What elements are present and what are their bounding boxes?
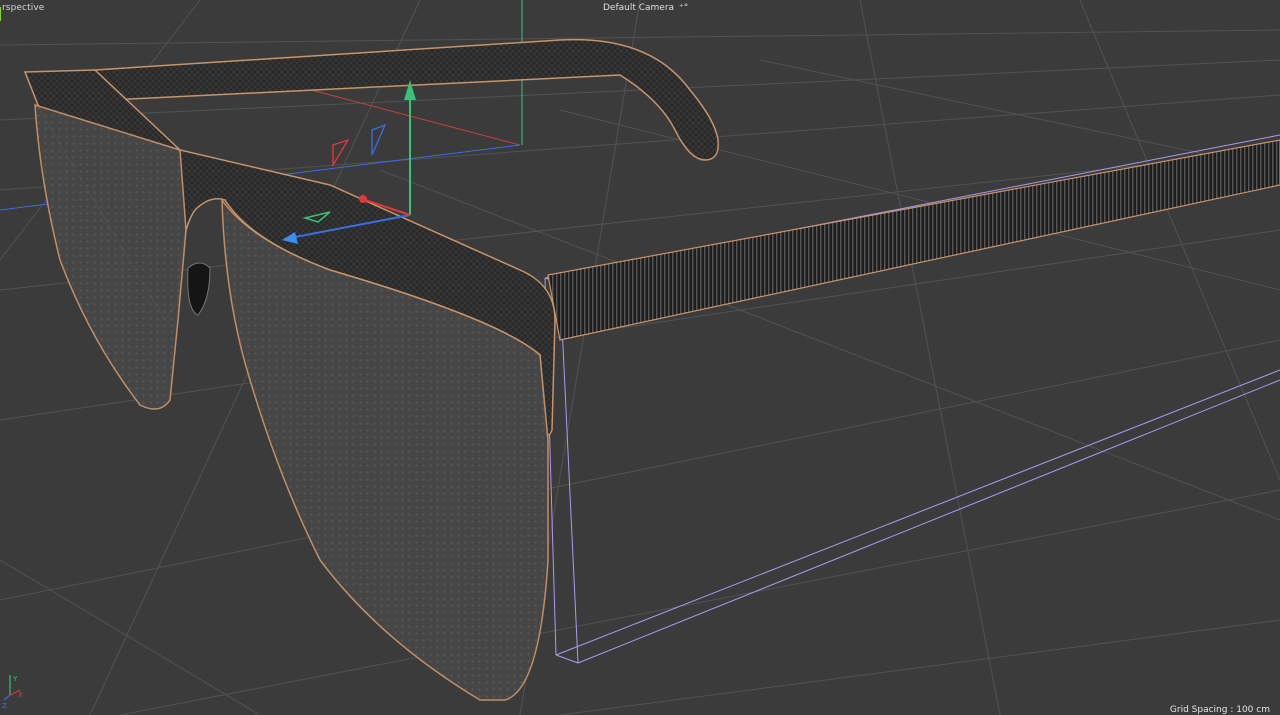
- axis-label-x: X: [18, 691, 23, 699]
- camera-selector[interactable]: Default Camera ⁺°: [603, 3, 688, 13]
- left-lens: [34, 103, 187, 410]
- camera-name: Default Camera: [603, 3, 675, 13]
- axis-label-y: Y: [12, 675, 18, 683]
- nose-pad: [187, 262, 211, 316]
- 3d-viewport[interactable]: Y X Z rspective Default Camera ⁺° Grid S…: [0, 0, 1280, 715]
- view-name-label[interactable]: rspective: [0, 3, 45, 21]
- view-name-text: rspective: [2, 3, 45, 13]
- viewport-scene[interactable]: Y X Z: [0, 0, 1280, 715]
- near-temple-arm: [547, 139, 1280, 341]
- grid-spacing-label: Grid Spacing : 100 cm: [1169, 705, 1270, 715]
- camera-link-icon[interactable]: ⁺°: [679, 3, 688, 13]
- grid-floor: [0, 0, 1280, 715]
- axis-label-z: Z: [2, 702, 7, 710]
- axis-indicator-icon: Y X Z: [2, 675, 23, 710]
